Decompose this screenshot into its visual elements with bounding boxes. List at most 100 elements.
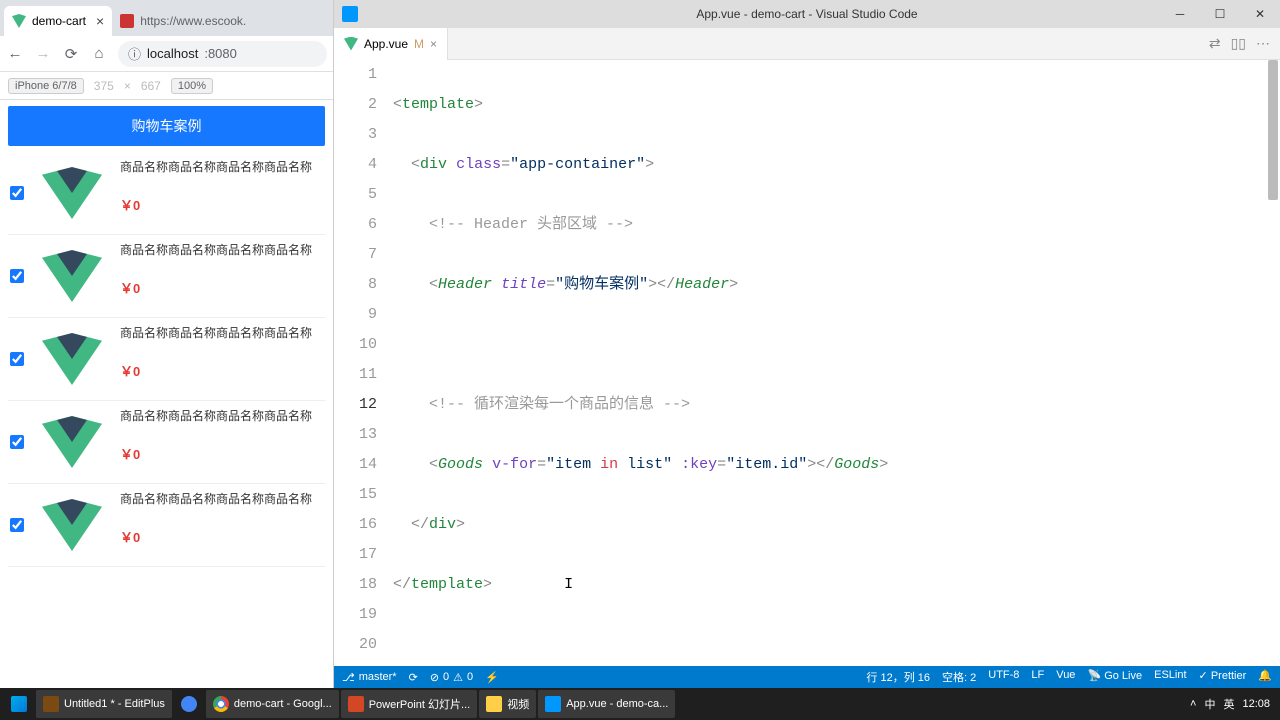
item-thumb — [32, 241, 112, 311]
browser-tab[interactable]: https://www.escook. — [112, 6, 254, 36]
taskbar-app[interactable]: PowerPoint 幻灯片... — [341, 690, 477, 718]
encoding[interactable]: UTF-8 — [988, 669, 1019, 685]
viewport-height: 667 — [141, 79, 161, 93]
cart-item: 商品名称商品名称商品名称商品名称￥0 — [8, 401, 325, 484]
item-price: ￥0 — [120, 444, 323, 463]
line-gutter: 123456789101112131415161718192021 — [334, 60, 389, 688]
branch-icon: ⎇ — [342, 671, 355, 684]
editplus-icon — [43, 696, 59, 712]
editor-tab-active[interactable]: App.vue M × — [334, 28, 448, 60]
more-icon[interactable]: ⋯ — [1256, 35, 1270, 52]
system-tray[interactable]: ˄ 中 英 12:08 — [1190, 696, 1276, 712]
vscode-icon — [545, 696, 561, 712]
code-editor[interactable]: 123456789101112131415161718192021 <templ… — [334, 60, 1280, 688]
vue-logo-icon — [42, 333, 102, 385]
taskbar-app[interactable] — [174, 690, 204, 718]
vscode-window: App.vue - demo-cart - Visual Studio Code… — [334, 0, 1280, 688]
taskbar-app[interactable]: Untitled1 * - EditPlus — [36, 690, 172, 718]
cart-header: 购物车案例 — [8, 106, 325, 146]
vue-logo-icon — [42, 499, 102, 551]
back-button[interactable]: ← — [6, 45, 24, 63]
start-button[interactable] — [4, 690, 34, 718]
item-name: 商品名称商品名称商品名称商品名称 — [120, 324, 323, 341]
url-host: localhost — [147, 46, 198, 61]
powerpoint-icon — [348, 696, 364, 712]
vscode-statusbar: ⎇master* ⟳ ⊘0 ⚠0 ⚡ 行 12，列 16 空格: 2 UTF-8… — [334, 666, 1280, 688]
item-name: 商品名称商品名称商品名称商品名称 — [120, 158, 323, 175]
address-bar[interactable]: ⓘ localhost:8080 — [118, 41, 327, 67]
close-icon[interactable]: × — [96, 13, 104, 29]
item-thumb — [32, 407, 112, 477]
prettier-status[interactable]: ✓ Prettier — [1199, 669, 1247, 685]
forward-button[interactable]: → — [34, 45, 52, 63]
item-checkbox[interactable] — [10, 186, 24, 200]
item-checkbox[interactable] — [10, 269, 24, 283]
maximize-button[interactable]: ☐ — [1200, 0, 1240, 28]
device-select[interactable]: iPhone 6/7/8 — [8, 78, 84, 94]
item-checkbox[interactable] — [10, 352, 24, 366]
ime-mode[interactable]: 英 — [1223, 696, 1234, 712]
cart-item: 商品名称商品名称商品名称商品名称￥0 — [8, 484, 325, 567]
cart-item: 商品名称商品名称商品名称商品名称￥0 — [8, 152, 325, 235]
vue-icon — [12, 14, 26, 28]
preview-viewport[interactable]: 购物车案例 商品名称商品名称商品名称商品名称 ￥0 商品名称商品名称商品名称商品名… — [0, 100, 333, 688]
eol[interactable]: LF — [1031, 669, 1044, 685]
close-icon[interactable]: × — [430, 37, 437, 51]
git-branch[interactable]: ⎇master* — [342, 671, 397, 684]
taskbar-app[interactable]: 视频 — [479, 690, 536, 718]
port-icon[interactable]: ⚡ — [485, 671, 499, 684]
info-icon: ⓘ — [128, 44, 141, 63]
browser-tab-active[interactable]: demo-cart × — [4, 6, 112, 36]
item-checkbox[interactable] — [10, 435, 24, 449]
tray-chevron-icon[interactable]: ˄ — [1190, 698, 1196, 710]
browser-tab-bar: demo-cart × https://www.escook. — [0, 0, 333, 36]
cart-item: 商品名称商品名称商品名称商品名称 ￥0 — [8, 235, 325, 318]
clock[interactable]: 12:08 — [1242, 698, 1270, 710]
item-checkbox[interactable] — [10, 518, 24, 532]
vue-logo-icon — [42, 416, 102, 468]
notifications-icon[interactable]: 🔔 — [1258, 669, 1272, 685]
windows-taskbar: Untitled1 * - EditPlus demo-cart - Googl… — [0, 688, 1280, 720]
compare-icon[interactable]: ⇄ — [1209, 35, 1221, 52]
home-button[interactable]: ⌂ — [90, 45, 108, 63]
taskbar-app[interactable]: demo-cart - Googl... — [206, 690, 339, 718]
modified-indicator: M — [414, 37, 424, 51]
vue-icon — [344, 37, 358, 51]
item-thumb — [32, 158, 112, 228]
warning-icon: ⚠ — [453, 671, 463, 684]
favicon — [120, 14, 134, 28]
tab-file-name: App.vue — [364, 37, 408, 51]
eslint-status[interactable]: ESLint — [1154, 669, 1186, 685]
zoom-select[interactable]: 100% — [171, 78, 213, 94]
code-content[interactable]: <template> <div class="app-container"> <… — [389, 60, 1280, 688]
vue-logo-icon — [42, 250, 102, 302]
problems[interactable]: ⊘0 ⚠0 — [430, 671, 473, 684]
item-price: ￥0 — [120, 278, 323, 297]
reload-button[interactable]: ⟳ — [62, 45, 80, 63]
item-thumb — [32, 324, 112, 394]
devtools-device-bar: iPhone 6/7/8 375 × 667 100% — [0, 72, 333, 100]
indent[interactable]: 空格: 2 — [942, 669, 976, 685]
tab-title: demo-cart — [32, 14, 86, 28]
taskbar-app[interactable]: App.vue - demo-ca... — [538, 690, 675, 718]
close-button[interactable]: ✕ — [1240, 0, 1280, 28]
item-price: ￥0 — [120, 527, 323, 546]
language-mode[interactable]: Vue — [1056, 669, 1075, 685]
viewport-width: 375 — [94, 79, 114, 93]
minimize-button[interactable]: ─ — [1160, 0, 1200, 28]
sync-button[interactable]: ⟳ — [409, 671, 418, 684]
vue-logo-icon — [42, 167, 102, 219]
ime-indicator[interactable]: 中 — [1204, 696, 1215, 712]
tab-title: https://www.escook. — [140, 14, 246, 28]
folder-icon — [486, 696, 502, 712]
cursor-position[interactable]: 行 12，列 16 — [866, 669, 930, 685]
editor-tab-bar: App.vue M × ⇄ ▯▯ ⋯ — [334, 28, 1280, 60]
chrome-icon — [213, 696, 229, 712]
go-live[interactable]: 📡 Go Live — [1087, 669, 1142, 685]
split-icon[interactable]: ▯▯ — [1231, 35, 1246, 52]
editor-actions: ⇄ ▯▯ ⋯ — [1209, 35, 1280, 52]
item-name: 商品名称商品名称商品名称商品名称 — [120, 241, 323, 258]
chrome-browser: demo-cart × https://www.escook. ← → ⟳ ⌂ … — [0, 0, 334, 688]
windows-icon — [11, 696, 27, 712]
editor-scrollbar[interactable] — [1268, 60, 1278, 200]
